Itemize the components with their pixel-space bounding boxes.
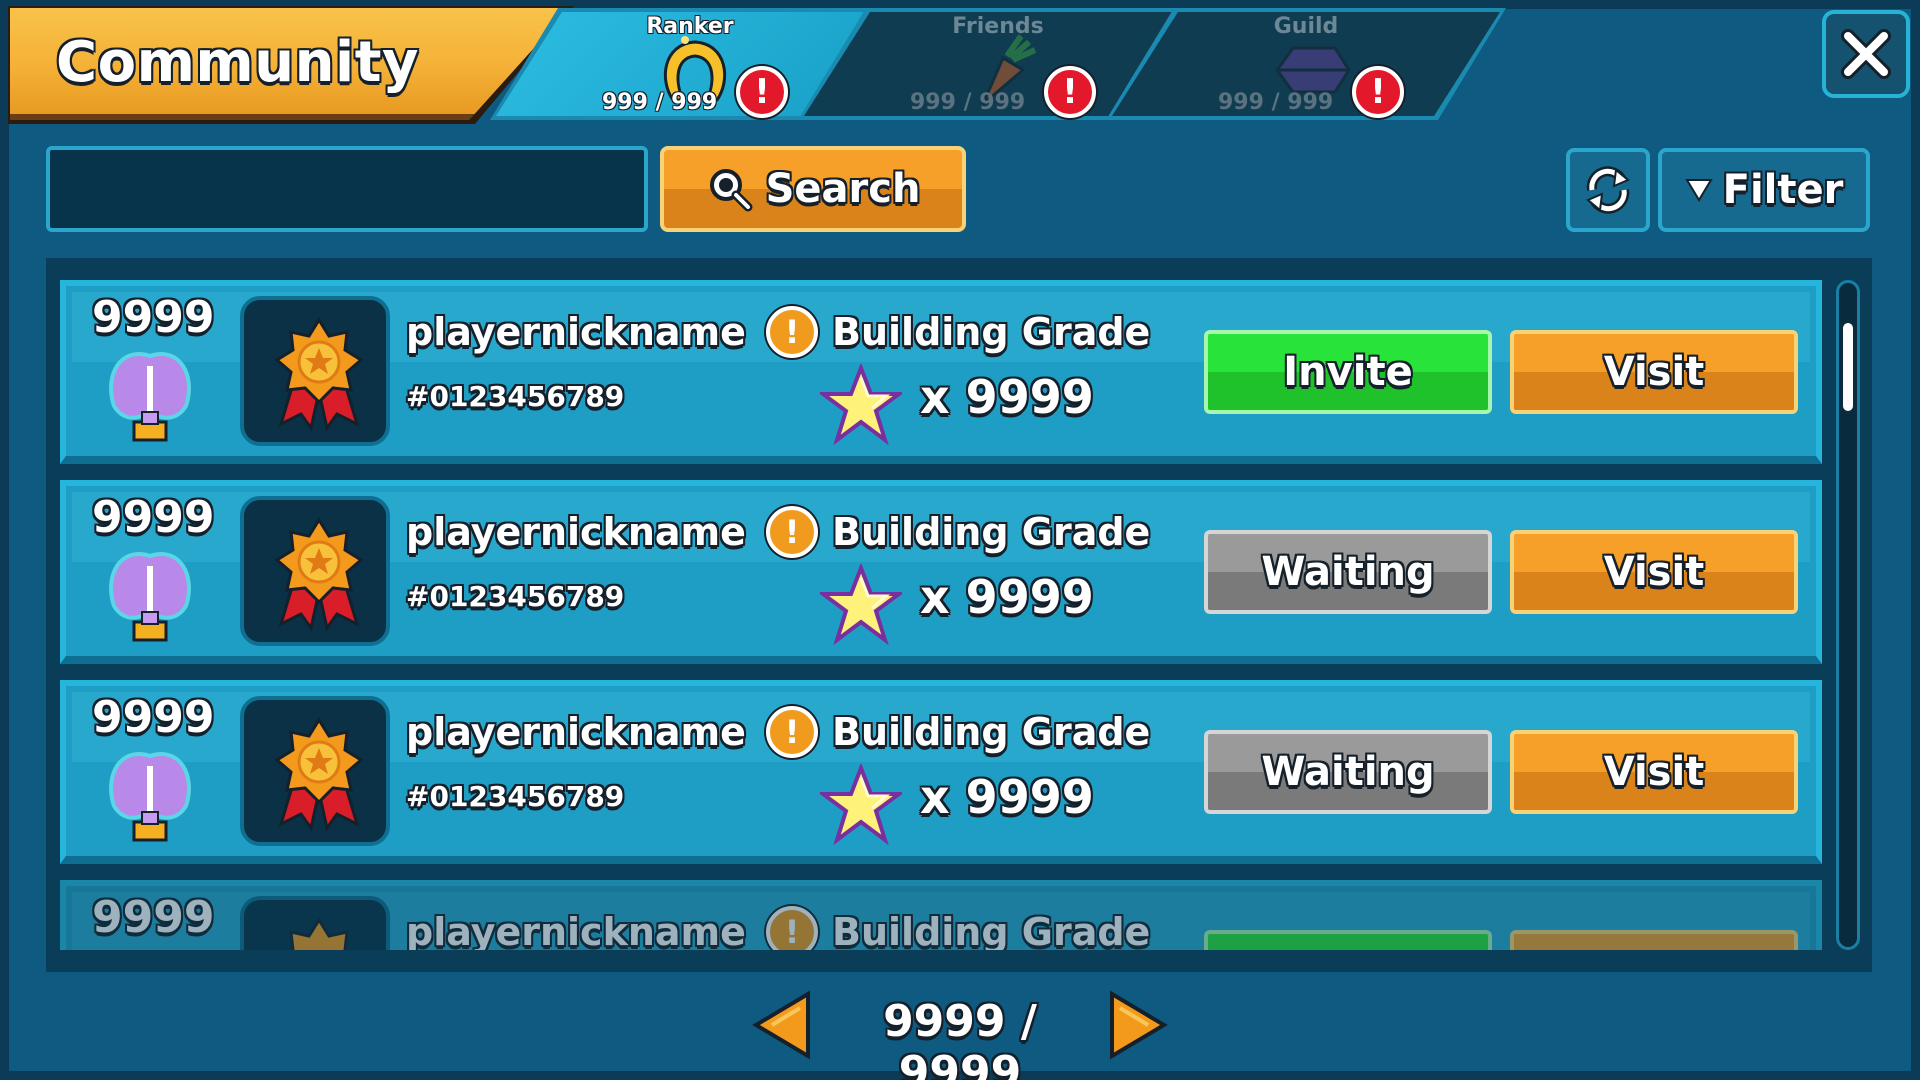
trophy-icon bbox=[109, 352, 191, 442]
invite-button[interactable] bbox=[1204, 930, 1492, 950]
tab-guild[interactable]: Guild 999 / 999 ! bbox=[1106, 8, 1506, 120]
search-icon bbox=[709, 169, 753, 212]
triangle-down-icon bbox=[1684, 179, 1713, 202]
player-row: 9999 playernickname ! Building Grade bbox=[60, 880, 1822, 950]
building-grade-value: x 9999 bbox=[920, 570, 1094, 624]
alert-badge: ! bbox=[1044, 66, 1096, 118]
trophy-icon bbox=[90, 936, 210, 950]
medal-icon bbox=[274, 717, 364, 832]
invite-button[interactable]: Invite bbox=[1204, 330, 1492, 414]
player-nickname: playernickname bbox=[406, 510, 746, 554]
building-grade-value: x 9999 bbox=[920, 370, 1094, 424]
filter-button[interactable]: Filter bbox=[1658, 148, 1870, 232]
trophy-icon bbox=[109, 552, 191, 642]
medal-icon bbox=[274, 317, 364, 432]
refresh-button[interactable] bbox=[1566, 148, 1650, 232]
list-scrollbar[interactable] bbox=[1836, 280, 1860, 950]
filter-button-label: Filter bbox=[1722, 167, 1844, 213]
close-icon bbox=[1841, 29, 1891, 79]
invite-button-label: Invite bbox=[1283, 349, 1413, 395]
search-input[interactable] bbox=[46, 146, 648, 232]
player-nickname: playernickname bbox=[406, 710, 746, 754]
previous-page-arrow[interactable] bbox=[752, 990, 812, 1060]
avatar bbox=[240, 696, 390, 846]
waiting-button[interactable]: Waiting bbox=[1204, 530, 1492, 614]
player-id: #0123456789 bbox=[406, 380, 625, 413]
waiting-button-label: Waiting bbox=[1261, 749, 1435, 795]
player-list[interactable]: 9999 playernickname #0123456789 ! Buildi… bbox=[60, 280, 1828, 950]
tab-count: 999 / 999 bbox=[1218, 90, 1334, 115]
player-id: #0123456789 bbox=[406, 780, 625, 813]
visit-button[interactable]: Visit bbox=[1510, 530, 1798, 614]
refresh-icon bbox=[1586, 166, 1630, 214]
page-title: Community bbox=[56, 30, 419, 95]
player-list-panel: 9999 playernickname #0123456789 ! Buildi… bbox=[46, 258, 1872, 972]
next-page-arrow[interactable] bbox=[1108, 990, 1168, 1060]
player-id: #0123456789 bbox=[406, 580, 625, 613]
visit-button[interactable]: Visit bbox=[1510, 730, 1798, 814]
star-icon bbox=[820, 364, 902, 446]
building-grade-label: Building Grade bbox=[832, 710, 1151, 754]
player-row: 9999 playernickname #0123456789 ! Buildi… bbox=[60, 680, 1822, 864]
visit-button-label: Visit bbox=[1603, 749, 1705, 795]
star-icon bbox=[820, 564, 902, 646]
building-grade-label: Building Grade bbox=[832, 310, 1151, 354]
tab-count: 999 / 999 bbox=[602, 90, 718, 115]
avatar bbox=[240, 296, 390, 446]
alert-badge: ! bbox=[1352, 66, 1404, 118]
player-nickname: playernickname bbox=[406, 310, 746, 354]
building-grade-value: x 9999 bbox=[920, 770, 1094, 824]
building-grade-alert-icon: ! bbox=[766, 506, 818, 558]
trophy-icon bbox=[109, 752, 191, 842]
page-indicator: 9999 / 9999 bbox=[883, 996, 1037, 1080]
search-button-label: Search bbox=[765, 166, 921, 212]
avatar bbox=[240, 496, 390, 646]
visit-button[interactable]: Visit bbox=[1510, 330, 1798, 414]
medal-icon bbox=[289, 917, 349, 950]
building-grade-alert-icon: ! bbox=[766, 706, 818, 758]
waiting-button[interactable]: Waiting bbox=[1204, 730, 1492, 814]
star-icon bbox=[820, 764, 902, 846]
visit-button-label: Visit bbox=[1603, 549, 1705, 595]
building-grade-label: Building Grade bbox=[832, 910, 1151, 950]
medal-icon bbox=[274, 517, 364, 632]
player-nickname: playernickname bbox=[406, 910, 746, 950]
building-grade-label: Building Grade bbox=[832, 510, 1151, 554]
alert-badge: ! bbox=[736, 66, 788, 118]
building-grade-alert-icon: ! bbox=[766, 306, 818, 358]
player-row: 9999 playernickname #0123456789 ! Buildi… bbox=[60, 480, 1822, 664]
building-grade-alert-icon: ! bbox=[766, 906, 818, 950]
waiting-button-label: Waiting bbox=[1261, 549, 1435, 595]
player-row: 9999 playernickname #0123456789 ! Buildi… bbox=[60, 280, 1822, 464]
search-button[interactable]: Search bbox=[660, 146, 966, 232]
visit-button[interactable] bbox=[1510, 930, 1798, 950]
visit-button-label: Visit bbox=[1603, 349, 1705, 395]
scrollbar-thumb[interactable] bbox=[1843, 323, 1853, 411]
close-button[interactable] bbox=[1822, 10, 1910, 98]
avatar bbox=[240, 896, 390, 950]
tab-count: 999 / 999 bbox=[910, 90, 1026, 115]
